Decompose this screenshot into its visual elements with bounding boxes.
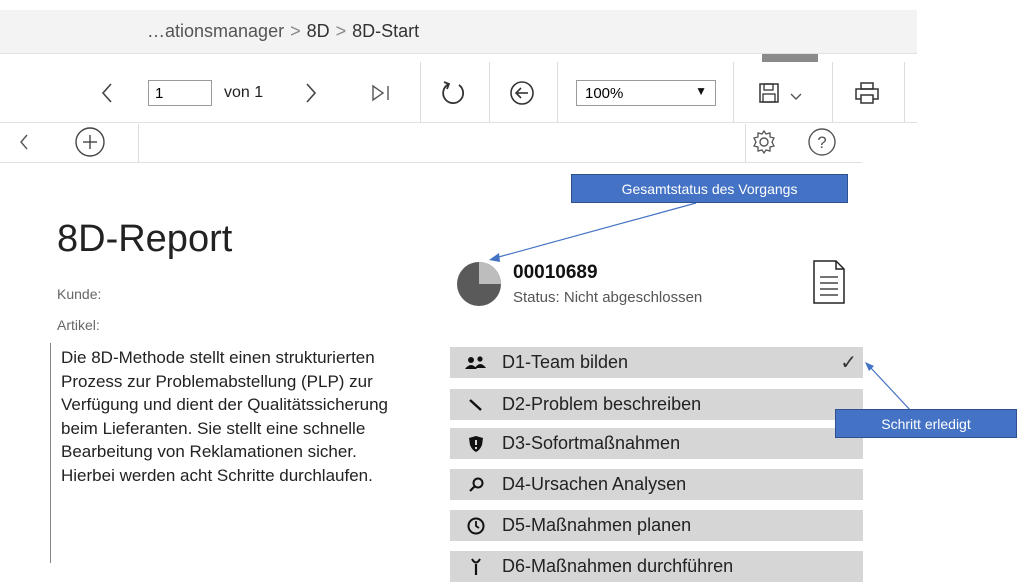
artikel-label: Artikel: xyxy=(57,317,100,333)
add-icon[interactable] xyxy=(72,125,108,159)
step-d3[interactable]: D3-Sofortmaßnahmen xyxy=(450,428,863,459)
pen-icon xyxy=(450,397,502,413)
step-label: D2-Problem beschreiben xyxy=(502,394,702,414)
toolbar-divider xyxy=(557,62,558,122)
chevron-down-icon: ▼ xyxy=(695,84,707,98)
help-icon[interactable]: ? xyxy=(805,125,839,159)
collapse-icon[interactable] xyxy=(14,128,34,156)
page-number-input[interactable] xyxy=(148,80,212,106)
breadcrumb: …ationsmanager >8D >8D-Start xyxy=(147,21,419,42)
breadcrumb-item-manager[interactable]: …ationsmanager xyxy=(147,21,284,41)
save-icon[interactable] xyxy=(756,80,782,106)
case-status-text: Status: Nicht abgeschlossen xyxy=(513,289,703,306)
step-label: D3-Sofortmaßnahmen xyxy=(502,433,681,453)
check-icon: ✓ xyxy=(840,352,857,374)
step-label: D5-Maßnahmen planen xyxy=(502,515,692,535)
zoom-value: 100% xyxy=(585,85,624,102)
status-pie-icon xyxy=(456,261,502,307)
callout-schritt-erledigt: Schritt erledigt xyxy=(835,409,1017,438)
step-d2[interactable]: D2-Problem beschreiben xyxy=(450,389,863,420)
description-border xyxy=(50,343,51,563)
breadcrumb-item-8d[interactable]: 8D xyxy=(307,21,330,41)
last-page-icon[interactable] xyxy=(366,80,396,106)
case-number: 00010689 xyxy=(513,262,598,283)
breadcrumb-bar xyxy=(0,10,917,54)
page-title: 8D-Report xyxy=(57,218,233,260)
next-page-icon[interactable] xyxy=(296,78,326,108)
step-label: D4-Ursachen Analysen xyxy=(502,474,687,494)
breadcrumb-separator: > xyxy=(335,21,347,41)
team-icon xyxy=(450,355,502,370)
step-label: D6-Maßnahmen durchführen xyxy=(502,556,734,576)
chevron-down-icon[interactable] xyxy=(786,86,806,106)
back-icon[interactable] xyxy=(506,78,538,108)
step-d6[interactable]: D6-Maßnahmen durchführen xyxy=(450,551,863,582)
previous-page-icon[interactable] xyxy=(92,78,122,108)
toolbar-divider xyxy=(904,62,905,122)
toolbar-divider xyxy=(733,62,734,122)
toolbar-divider xyxy=(420,62,421,122)
kunde-label: Kunde: xyxy=(57,286,102,302)
zoom-select[interactable]: 100% ▼ xyxy=(576,80,716,106)
description-text: Die 8D-Methode stellt einen strukturiert… xyxy=(61,348,389,485)
clock-icon xyxy=(450,517,502,535)
toolbar-divider xyxy=(832,62,833,122)
settings-icon[interactable] xyxy=(748,126,780,158)
step-d4[interactable]: D4-Ursachen Analysen xyxy=(450,469,863,500)
breadcrumb-separator: > xyxy=(290,21,301,41)
toolbar-divider xyxy=(489,62,490,122)
print-icon[interactable] xyxy=(852,78,882,108)
page-count-label: von 1 xyxy=(224,84,264,101)
expand-tab-handle[interactable] xyxy=(762,54,818,62)
step-label: D1-Team bilden xyxy=(502,352,629,372)
toolbar-divider xyxy=(745,124,746,162)
shield-icon xyxy=(450,435,502,453)
refresh-icon[interactable] xyxy=(436,76,470,110)
secondary-toolbar xyxy=(0,124,862,163)
toolbar-divider xyxy=(138,124,139,162)
step-d1[interactable]: D1-Team bilden ✓ xyxy=(450,347,863,378)
callout-gesamtstatus: Gesamtstatus des Vorgangs xyxy=(571,174,848,203)
tool-icon xyxy=(450,557,502,576)
search-icon xyxy=(450,477,502,493)
document-icon[interactable] xyxy=(812,259,846,305)
svg-text:?: ? xyxy=(817,133,826,152)
breadcrumb-item-8d-start: 8D-Start xyxy=(352,21,420,41)
step-d5[interactable]: D5-Maßnahmen planen xyxy=(450,510,863,541)
